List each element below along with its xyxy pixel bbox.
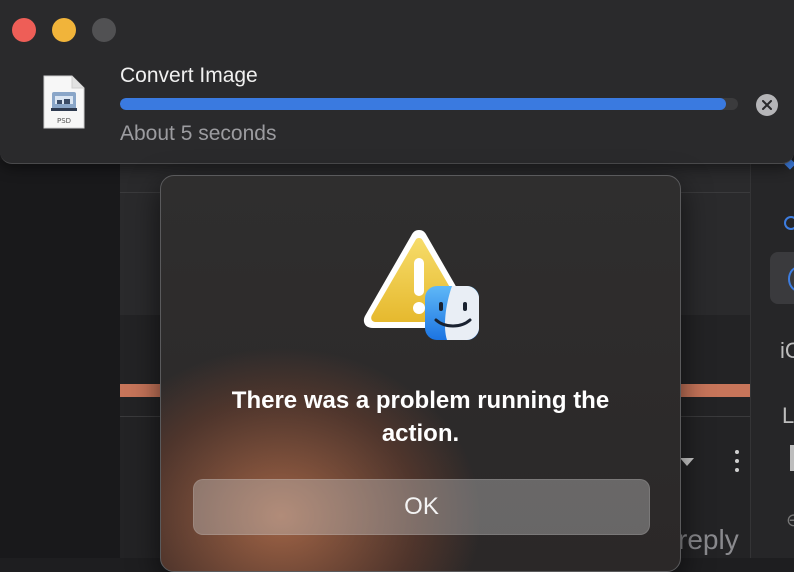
alert-dialog: There was a problem running the action. …: [160, 175, 681, 572]
zoom-window-button[interactable]: [92, 18, 116, 42]
task-title: Convert Image: [120, 64, 258, 87]
background-inspector-bar: [790, 445, 794, 471]
background-circle-icon: [784, 216, 794, 230]
background-gear-icon: ⊖: [786, 510, 794, 530]
cancel-task-button[interactable]: [756, 94, 778, 116]
psd-file-icon: PSD: [43, 75, 85, 129]
minimize-window-button[interactable]: [52, 18, 76, 42]
warning-icon: [363, 230, 479, 340]
dropdown-caret-icon[interactable]: [680, 458, 694, 466]
file-type-label: PSD: [57, 117, 71, 125]
background-inspector-label: iC: [780, 338, 794, 363]
background-sidebar: [0, 160, 120, 558]
alert-message: There was a problem running the action.: [231, 387, 610, 447]
ok-button[interactable]: OK: [193, 479, 650, 535]
more-options-icon[interactable]: [735, 450, 739, 477]
close-icon: [762, 100, 772, 110]
time-remaining: About 5 seconds: [120, 122, 277, 145]
close-window-button[interactable]: [12, 18, 36, 42]
finder-badge-icon: [425, 286, 479, 340]
progress-bar: [120, 98, 738, 110]
background-reply-text: reply: [678, 524, 739, 555]
progress-window: PSD Convert Image About 5 seconds: [0, 0, 794, 164]
progress-bar-fill: [120, 98, 726, 110]
background-inspector-label: L: [782, 403, 794, 428]
